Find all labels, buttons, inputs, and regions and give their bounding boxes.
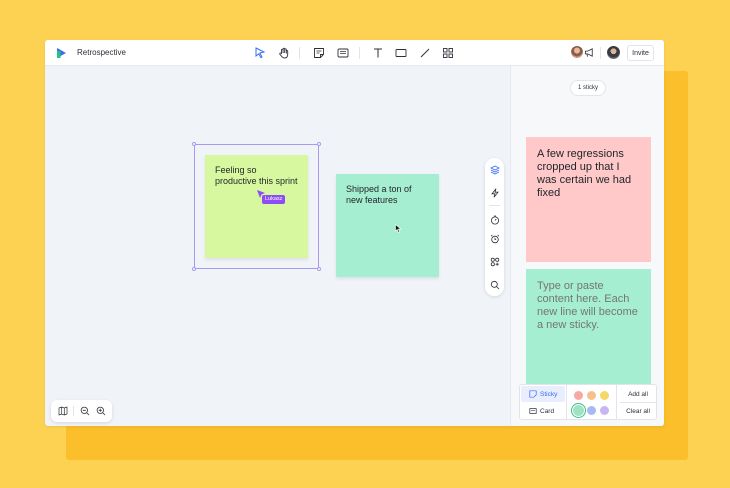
search-icon — [490, 280, 499, 289]
color-swatch-blue[interactable] — [587, 406, 596, 415]
select-icon — [255, 47, 266, 59]
add-all-button[interactable]: Add all — [620, 386, 656, 403]
color-swatch-yellow[interactable] — [600, 391, 609, 400]
mouse-cursor-icon — [395, 224, 402, 233]
layers-icon — [489, 165, 500, 174]
sticky-count-badge: 1 sticky — [570, 80, 606, 96]
color-swatch-green[interactable] — [573, 405, 584, 416]
avatar[interactable] — [571, 46, 583, 58]
text-tool-button[interactable] — [370, 45, 386, 61]
lightning-icon — [490, 188, 499, 197]
selection-handle[interactable] — [317, 267, 321, 271]
invite-button[interactable]: Invite — [627, 45, 654, 61]
app-window: Retrospective Invite Feeling so producti… — [45, 40, 664, 426]
zoom-out-icon — [80, 406, 90, 416]
toolbar-divider — [73, 406, 74, 416]
side-toolbar — [485, 158, 504, 296]
hand-tool-button[interactable] — [276, 45, 292, 61]
sticky-text: Feeling so productive this sprint — [215, 165, 298, 186]
sticky-note-icon — [529, 390, 537, 398]
cursor-label: Lukasz — [262, 195, 286, 204]
clear-all-button[interactable]: Clear all — [620, 403, 656, 420]
color-swatch-purple[interactable] — [600, 406, 609, 415]
actions-button[interactable] — [488, 186, 501, 199]
apps-grid-button[interactable] — [440, 45, 456, 61]
selection-handle[interactable] — [192, 142, 196, 146]
select-tool-button[interactable] — [252, 45, 268, 61]
sticky-note[interactable]: Feeling so productive this sprint — [205, 155, 308, 258]
color-swatch-red[interactable] — [574, 391, 583, 400]
timer-button[interactable] — [488, 213, 501, 226]
card-icon — [529, 408, 537, 414]
card-icon — [337, 48, 349, 58]
text-icon — [374, 48, 382, 58]
layers-button[interactable] — [488, 163, 501, 176]
apps-icon — [490, 257, 499, 266]
zoom-controls — [51, 400, 112, 422]
bulk-add-panel: 1 sticky A few regressions cropped up th… — [510, 66, 664, 426]
board-title[interactable]: Retrospective — [77, 48, 126, 57]
card-tab-label: Card — [540, 407, 555, 415]
minimap-button[interactable] — [57, 405, 69, 417]
toolbar-divider — [299, 47, 300, 59]
card-tab[interactable]: Card — [521, 403, 565, 419]
rectangle-icon — [395, 49, 407, 57]
alarm-icon — [490, 234, 499, 243]
toolbar-divider — [600, 47, 601, 59]
sticky-text: Shipped a ton of new features — [346, 184, 412, 205]
selection-handle[interactable] — [192, 267, 196, 271]
footer-divider — [566, 385, 567, 419]
timer-icon — [490, 215, 499, 224]
selection-handle[interactable] — [317, 142, 321, 146]
footer-divider — [616, 385, 617, 419]
rectangle-tool-button[interactable] — [393, 45, 409, 61]
line-icon — [420, 48, 430, 58]
card-tool-button[interactable] — [335, 45, 351, 61]
search-button[interactable] — [488, 278, 501, 291]
grid-icon — [443, 48, 453, 58]
sticky-note-icon — [314, 48, 324, 58]
zoom-in-button[interactable] — [95, 405, 107, 417]
map-icon — [58, 406, 68, 416]
toolbar-divider — [489, 205, 500, 206]
hand-icon — [279, 47, 289, 59]
zoom-in-icon — [96, 406, 106, 416]
app-logo-icon — [57, 48, 66, 58]
sticky-content-input[interactable] — [526, 269, 651, 385]
top-toolbar: Retrospective Invite — [45, 40, 664, 66]
canvas[interactable]: Feeling so productive this sprint Lukasz… — [45, 67, 510, 426]
alarm-button[interactable] — [488, 232, 501, 245]
sticky-tab-label: Sticky — [540, 390, 558, 398]
sticky-note[interactable]: Shipped a ton of new features — [336, 174, 439, 277]
zoom-out-button[interactable] — [79, 405, 91, 417]
apps-button[interactable] — [488, 255, 501, 268]
sticky-tool-button[interactable] — [311, 45, 327, 61]
preview-sticky-text: A few regressions cropped up that I was … — [537, 148, 632, 199]
toolbar-divider — [359, 47, 360, 59]
panel-footer: Sticky Card Add all Clear all — [519, 384, 657, 420]
preview-sticky[interactable]: A few regressions cropped up that I was … — [526, 137, 651, 262]
color-swatch-orange[interactable] — [587, 391, 596, 400]
user-avatar[interactable] — [607, 46, 620, 59]
megaphone-icon[interactable] — [584, 47, 595, 58]
sticky-tab[interactable]: Sticky — [521, 386, 565, 402]
line-tool-button[interactable] — [417, 45, 433, 61]
